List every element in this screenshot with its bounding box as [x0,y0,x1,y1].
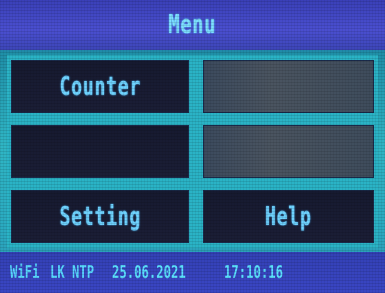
menu-tile-label: Setting [59,201,141,232]
ntp-status: NTP [72,262,95,283]
date-display: 25.06.2021 [112,262,186,283]
menu-tile-label: Help [265,201,312,232]
page-title: Menu [168,10,217,40]
menu-tile-counter[interactable]: Counter [11,60,189,113]
title-bar: Menu [0,0,385,50]
lk-status: LK [50,262,65,283]
status-bar: WiFi LK NTP 25.06.2021 17:10:16 [0,252,385,293]
menu-tile-empty-1[interactable] [203,60,374,113]
menu-tile-label: Counter [59,71,141,102]
time-display: 17:10:16 [224,262,283,283]
menu-tile-setting[interactable]: Setting [11,190,189,243]
menu-grid: Counter Setting Help [7,55,378,248]
device-screen: Menu Counter Setting Help WiFi LK NTP 25… [0,0,385,293]
menu-tile-help[interactable]: Help [203,190,374,243]
menu-tile-empty-3[interactable] [203,125,374,178]
menu-tile-empty-2[interactable] [11,125,189,178]
wifi-status: WiFi [10,262,40,283]
